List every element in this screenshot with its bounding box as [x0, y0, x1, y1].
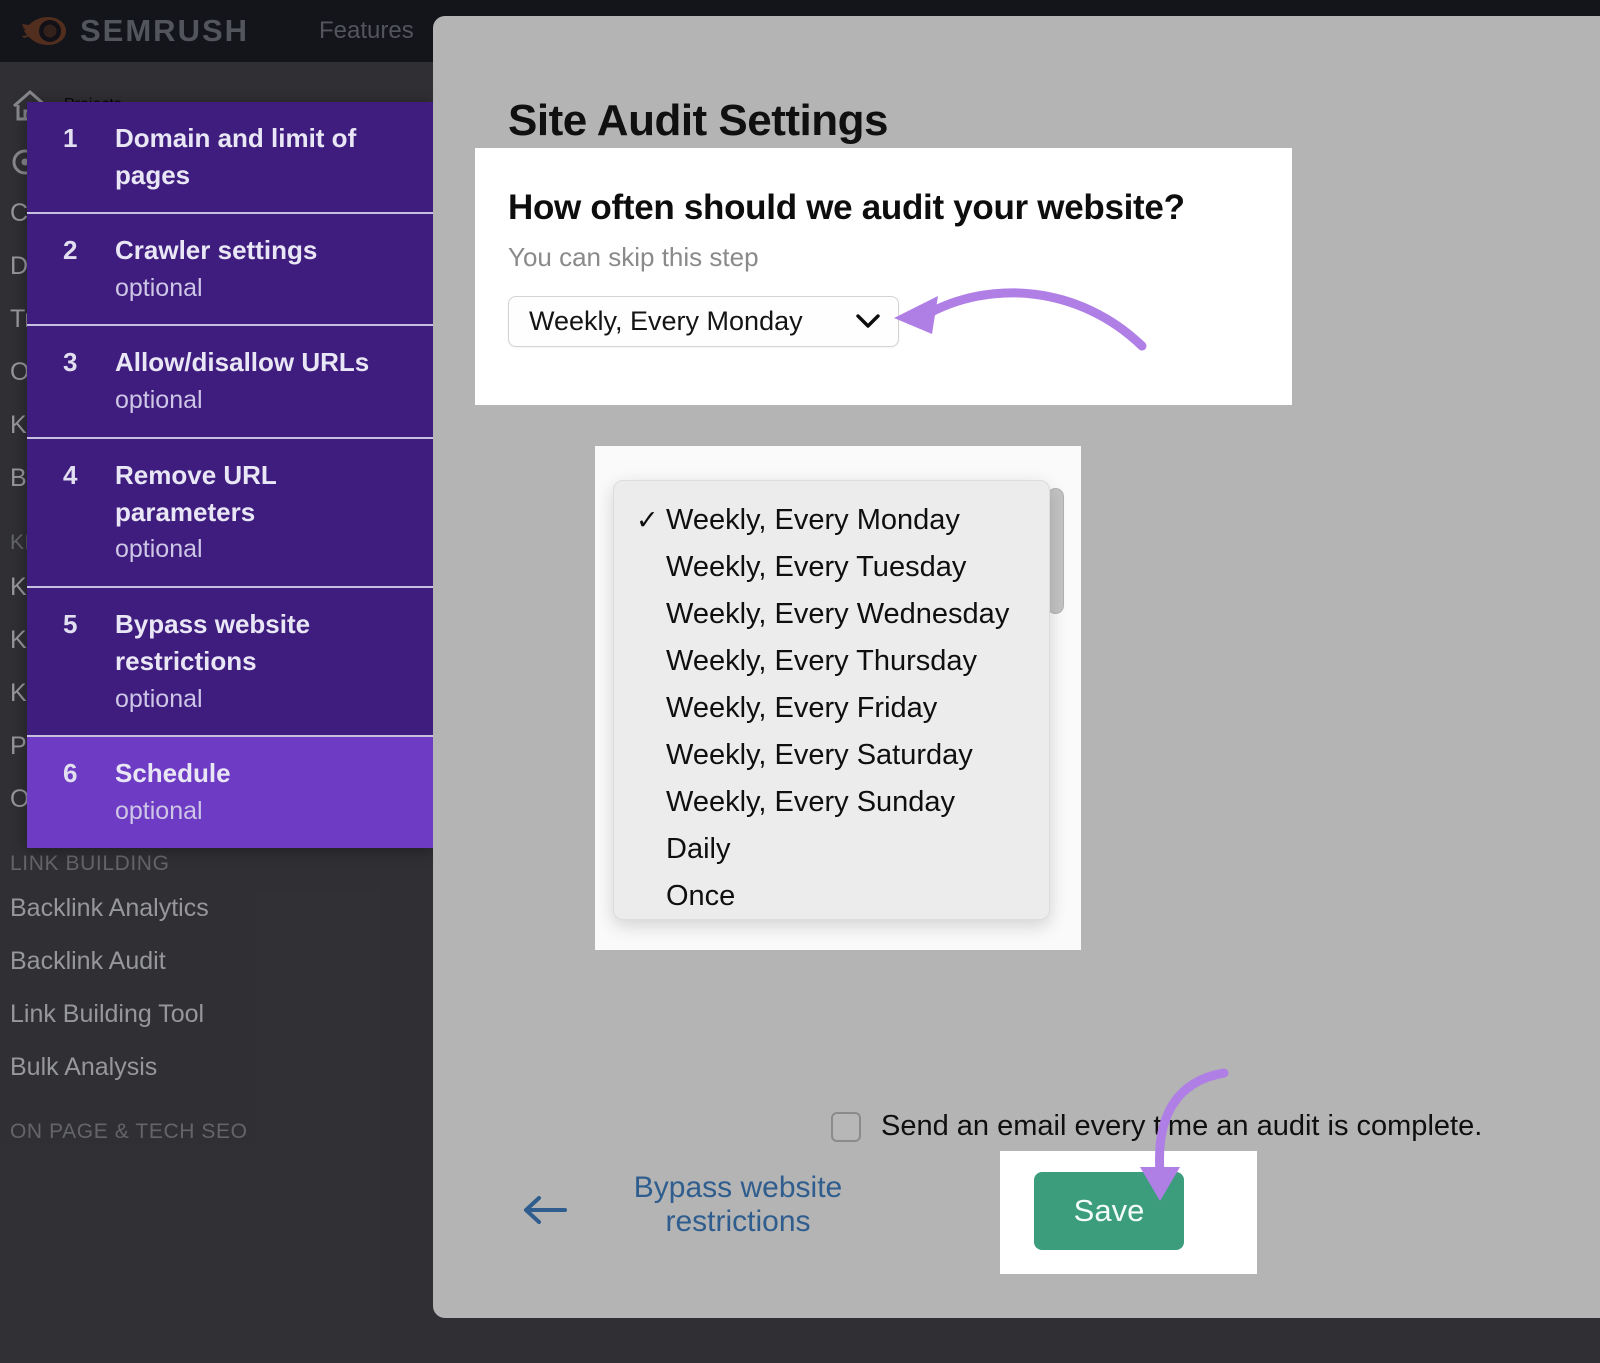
sidebar-item-link-building-tool[interactable]: Link Building Tool — [0, 988, 440, 1041]
step-subtitle: optional — [115, 383, 411, 419]
dropdown-option-label: Weekly, Every Sunday — [666, 786, 955, 819]
step-number: 3 — [27, 344, 115, 381]
frequency-card: How often should we audit your website? … — [475, 148, 1292, 405]
wizard-step-1[interactable]: 1 Domain and limit of pages — [27, 102, 433, 214]
wizard-steps-panel: 1 Domain and limit of pages 2 Crawler se… — [27, 102, 433, 848]
frequency-question: How often should we audit your website? — [508, 188, 1185, 228]
dropdown-option-label: Weekly, Every Friday — [666, 692, 937, 725]
step-title: Allow/disallow URLs — [115, 344, 411, 381]
step-title: Crawler settings — [115, 232, 411, 269]
dropdown-option-label: Weekly, Every Thursday — [666, 645, 977, 678]
wizard-step-2[interactable]: 2 Crawler settings optional — [27, 214, 433, 326]
step-title: Bypass website restrictions — [115, 606, 411, 680]
step-subtitle: optional — [115, 271, 411, 307]
dropdown-option-label: Weekly, Every Saturday — [666, 739, 973, 772]
wizard-step-6[interactable]: 6 Schedule optional — [27, 737, 433, 847]
page-title: Site Audit Settings — [508, 96, 888, 146]
frequency-hint: You can skip this step — [508, 242, 759, 273]
frequency-select-value: Weekly, Every Monday — [529, 306, 803, 337]
save-button[interactable]: Save — [1034, 1172, 1184, 1250]
step-number: 2 — [27, 232, 115, 269]
topnav-item-features[interactable]: Features — [319, 17, 414, 45]
dropdown-option-weekly-thursday[interactable]: Weekly, Every Thursday — [614, 638, 1049, 685]
email-notification-label: Send an email every time an audit is com… — [881, 1110, 1482, 1143]
step-number: 6 — [27, 755, 115, 792]
dropdown-option-once[interactable]: Once — [614, 873, 1049, 920]
save-button-highlight-frame: Save — [1000, 1151, 1257, 1274]
dropdown-option-label: Daily — [666, 833, 730, 866]
dropdown-option-label: Weekly, Every Wednesday — [666, 598, 1009, 631]
step-subtitle: optional — [115, 794, 411, 830]
frequency-options-list: ✓ Weekly, Every Monday Weekly, Every Tue… — [613, 480, 1050, 920]
semrush-flame-icon — [22, 12, 68, 50]
step-number: 5 — [27, 606, 115, 643]
step-title: Schedule — [115, 755, 411, 792]
checkmark-icon: ✓ — [636, 505, 666, 536]
dropdown-option-weekly-friday[interactable]: Weekly, Every Friday — [614, 685, 1049, 732]
step-title: Domain and limit of pages — [115, 120, 411, 194]
sidebar-item-backlink-audit[interactable]: Backlink Audit — [0, 935, 440, 988]
brand-logo[interactable]: SEMRUSH — [22, 12, 249, 50]
step-subtitle: optional — [115, 682, 411, 718]
chevron-down-icon — [856, 314, 880, 329]
sidebar-item-label: Backlink Analytics — [10, 894, 209, 923]
step-subtitle: optional — [115, 532, 411, 568]
dropdown-option-label: Weekly, Every Tuesday — [666, 551, 966, 584]
dropdown-option-weekly-tuesday[interactable]: Weekly, Every Tuesday — [614, 544, 1049, 591]
email-notification-row[interactable]: Send an email every time an audit is com… — [831, 1110, 1482, 1143]
frequency-dropdown-panel: ✓ Weekly, Every Monday Weekly, Every Tue… — [595, 446, 1081, 950]
step-number: 4 — [27, 457, 115, 494]
sidebar-item-backlink-analytics[interactable]: Backlink Analytics — [0, 882, 440, 935]
sidebar-item-label: Backlink Audit — [10, 947, 166, 976]
dropdown-option-daily[interactable]: Daily — [614, 826, 1049, 873]
wizard-step-3[interactable]: 3 Allow/disallow URLs optional — [27, 326, 433, 438]
site-audit-settings-modal: Site Audit Settings How often should we … — [433, 16, 1600, 1318]
dropdown-option-weekly-sunday[interactable]: Weekly, Every Sunday — [614, 779, 1049, 826]
sidebar-item-bulk-analysis[interactable]: Bulk Analysis — [0, 1041, 440, 1094]
email-notification-checkbox[interactable] — [831, 1112, 861, 1142]
dropdown-option-weekly-monday[interactable]: ✓ Weekly, Every Monday — [614, 497, 1049, 544]
brand-name: SEMRUSH — [80, 13, 249, 49]
step-number: 1 — [27, 120, 115, 157]
dropdown-option-weekly-saturday[interactable]: Weekly, Every Saturday — [614, 732, 1049, 779]
frequency-select[interactable]: Weekly, Every Monday — [508, 296, 899, 347]
wizard-step-5[interactable]: 5 Bypass website restrictions optional — [27, 588, 433, 737]
dropdown-option-label: Once — [666, 880, 735, 913]
dropdown-option-label: Weekly, Every Monday — [666, 504, 960, 537]
dropdown-option-weekly-wednesday[interactable]: Weekly, Every Wednesday — [614, 591, 1049, 638]
sidebar-item-label: Link Building Tool — [10, 1000, 204, 1029]
top-nav: Features — [319, 17, 414, 45]
step-title: Remove URL parameters — [115, 457, 411, 531]
sidebar-group-on-page-tech-seo: ON PAGE & TECH SEO — [0, 1094, 440, 1150]
back-link-bypass-website-restrictions[interactable]: Bypass website restrictions — [603, 1171, 873, 1238]
wizard-step-4[interactable]: 4 Remove URL parameters optional — [27, 439, 433, 588]
sidebar-item-label: Bulk Analysis — [10, 1053, 157, 1082]
arrow-left-icon[interactable] — [521, 1190, 569, 1230]
